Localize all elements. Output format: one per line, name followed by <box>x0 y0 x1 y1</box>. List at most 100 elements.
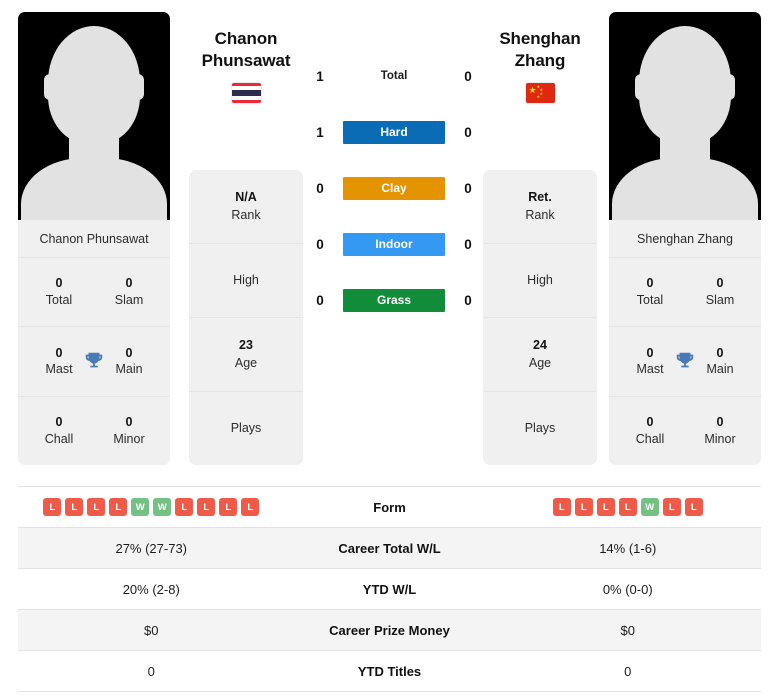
form-strip-left: LLLLWWLLLL <box>43 498 260 516</box>
head-to-head-surfaces: 1 Total 0 1 Hard 0 0 Clay 0 0 Indoor 0 0 <box>310 62 478 314</box>
form-badge-win[interactable]: W <box>131 498 150 516</box>
titles-row: 0 Mast 0 Main <box>18 327 170 397</box>
form-badge-win[interactable]: W <box>153 498 172 516</box>
player-card-right[interactable]: Shenghan Zhang 0 Total 0 Slam 0 Mast 0 M… <box>609 12 761 465</box>
rank-value: Ret. <box>528 190 552 204</box>
avatar-silhouette-head-icon <box>48 26 140 144</box>
form-badge-loss[interactable]: L <box>618 498 637 516</box>
h2h-score-right: 0 <box>464 180 472 196</box>
h2h-surface-chip-indoor[interactable]: Indoor <box>343 232 445 256</box>
stat-label-form: Form <box>373 499 406 515</box>
titles-cell-mast-left: 0 Mast <box>31 345 87 379</box>
h2h-row-clay: 0 Clay 0 <box>310 174 478 202</box>
h2h-surface-chip-grass[interactable]: Grass <box>343 288 445 312</box>
titles-cell-total-left: 0 Total <box>31 275 87 309</box>
h2h-score-left: 0 <box>316 236 324 252</box>
h2h-surface-chip-clay[interactable]: Clay <box>343 176 445 200</box>
form-badge-win[interactable]: W <box>640 498 659 516</box>
table-row-career-prize-money: $0 Career Prize Money $0 <box>18 610 761 651</box>
h2h-score-left: 0 <box>316 292 324 308</box>
form-badge-loss[interactable]: L <box>109 498 128 516</box>
h2h-score-right: 0 <box>464 68 472 84</box>
avatar-silhouette-ear-right-icon <box>132 74 144 100</box>
form-badge-loss[interactable]: L <box>684 498 703 516</box>
titles-cell-slam-right: 0 Slam <box>692 275 748 309</box>
form-badge-loss[interactable]: L <box>596 498 615 516</box>
player-card-left[interactable]: Chanon Phunsawat 0 Total 0 Slam 0 Mast 0… <box>18 12 170 465</box>
titles-value: 0 <box>125 414 133 429</box>
info-cell-age-right: 24 Age <box>483 318 597 392</box>
form-badge-loss[interactable]: L <box>662 498 681 516</box>
titles-label: Chall <box>635 431 665 446</box>
titles-label: Minor <box>113 431 145 446</box>
h2h-score-left: 1 <box>316 68 324 84</box>
titles-value: 0 <box>646 276 654 291</box>
info-card-right: Ret. Rank High 24 Age Plays <box>483 170 597 465</box>
avatar-silhouette-ear-left-icon <box>635 74 647 100</box>
rank-value: N/A <box>235 190 257 204</box>
trophy-icon <box>85 353 103 368</box>
info-card-left: N/A Rank High 23 Age Plays <box>189 170 303 465</box>
titles-cell-minor-right: 0 Minor <box>692 414 748 448</box>
avatar-photo-right <box>609 12 761 220</box>
table-row-ytd-wl: 20% (2-8) YTD W/L 0% (0-0) <box>18 569 761 610</box>
form-badge-loss[interactable]: L <box>43 498 62 516</box>
form-badge-loss[interactable]: L <box>574 498 593 516</box>
stat-value-left: 20% (2-8) <box>122 581 180 597</box>
h2h-row-grass: 0 Grass 0 <box>310 286 478 314</box>
titles-value: 0 <box>716 276 724 291</box>
titles-row: 0 Mast 0 Main <box>609 327 761 397</box>
info-cell-age-left: 23 Age <box>189 318 303 392</box>
h2h-score-right: 0 <box>464 124 472 140</box>
form-badge-loss[interactable]: L <box>87 498 106 516</box>
info-cell-plays-right: Plays <box>483 392 597 465</box>
comparison-top-area: Chanon Phunsawat 0 Total 0 Slam 0 Mast 0… <box>0 0 779 478</box>
titles-cell-mast-right: 0 Mast <box>622 345 678 379</box>
stat-value-left: 27% (27-73) <box>115 540 188 556</box>
titles-cell-total-right: 0 Total <box>622 275 678 309</box>
player-name-left-line1: Chanon <box>214 29 278 48</box>
flag-band <box>231 96 261 100</box>
titles-label: Chall <box>44 431 74 446</box>
titles-cell-chall-left: 0 Chall <box>31 414 87 448</box>
form-badge-loss[interactable]: L <box>552 498 571 516</box>
stat-label-career-prize-money: Career Prize Money <box>329 622 450 638</box>
stat-label-ytd-titles: YTD Titles <box>357 663 422 679</box>
titles-cell-main-left: 0 Main <box>101 345 157 379</box>
avatar-silhouette-ear-left-icon <box>44 74 56 100</box>
flag-star: ★ <box>536 93 541 99</box>
age-label: Age <box>528 355 552 370</box>
form-badge-loss[interactable]: L <box>65 498 84 516</box>
form-cell-right: LLLLWLL <box>495 498 762 516</box>
china-flag-icon: ★ ★ ★ ★ ★ <box>525 82 555 103</box>
titles-row: 0 Total 0 Slam <box>18 258 170 328</box>
titles-label: Total <box>45 293 73 308</box>
titles-value: 0 <box>646 345 654 360</box>
titles-value: 0 <box>646 414 654 429</box>
player-header-right[interactable]: Shenghan Zhang ★ ★ ★ ★ ★ <box>470 28 610 103</box>
stat-value-left: $0 <box>144 622 159 638</box>
form-badge-loss[interactable]: L <box>197 498 216 516</box>
titles-label: Mast <box>45 362 73 377</box>
form-badge-loss[interactable]: L <box>219 498 238 516</box>
titles-label: Slam <box>114 293 144 308</box>
titles-label: Slam <box>705 293 735 308</box>
plays-label: Plays <box>524 420 556 435</box>
titles-row: 0 Chall 0 Minor <box>18 397 170 465</box>
titles-label: Main <box>115 362 143 377</box>
form-cell-left: LLLLWWLLLL <box>18 498 285 516</box>
table-row-ytd-titles: 0 YTD Titles 0 <box>18 651 761 692</box>
stat-value-right: 0% (0-0) <box>602 581 653 597</box>
stat-value-right: 0 <box>624 663 632 679</box>
form-strip-right: LLLLWLL <box>552 498 703 516</box>
form-badge-loss[interactable]: L <box>175 498 194 516</box>
player-comparison-page: Chanon Phunsawat 0 Total 0 Slam 0 Mast 0… <box>0 0 779 699</box>
player-header-left[interactable]: Chanon Phunsawat <box>176 28 316 103</box>
titles-cell-slam-left: 0 Slam <box>101 275 157 309</box>
table-row-form: LLLLWWLLLL Form LLLLWLL <box>18 487 761 528</box>
h2h-surface-chip-hard[interactable]: Hard <box>343 120 445 144</box>
plays-label: Plays <box>230 420 262 435</box>
form-badge-loss[interactable]: L <box>241 498 260 516</box>
h2h-score-left: 1 <box>316 124 324 140</box>
flag-star: ★ <box>528 84 537 95</box>
